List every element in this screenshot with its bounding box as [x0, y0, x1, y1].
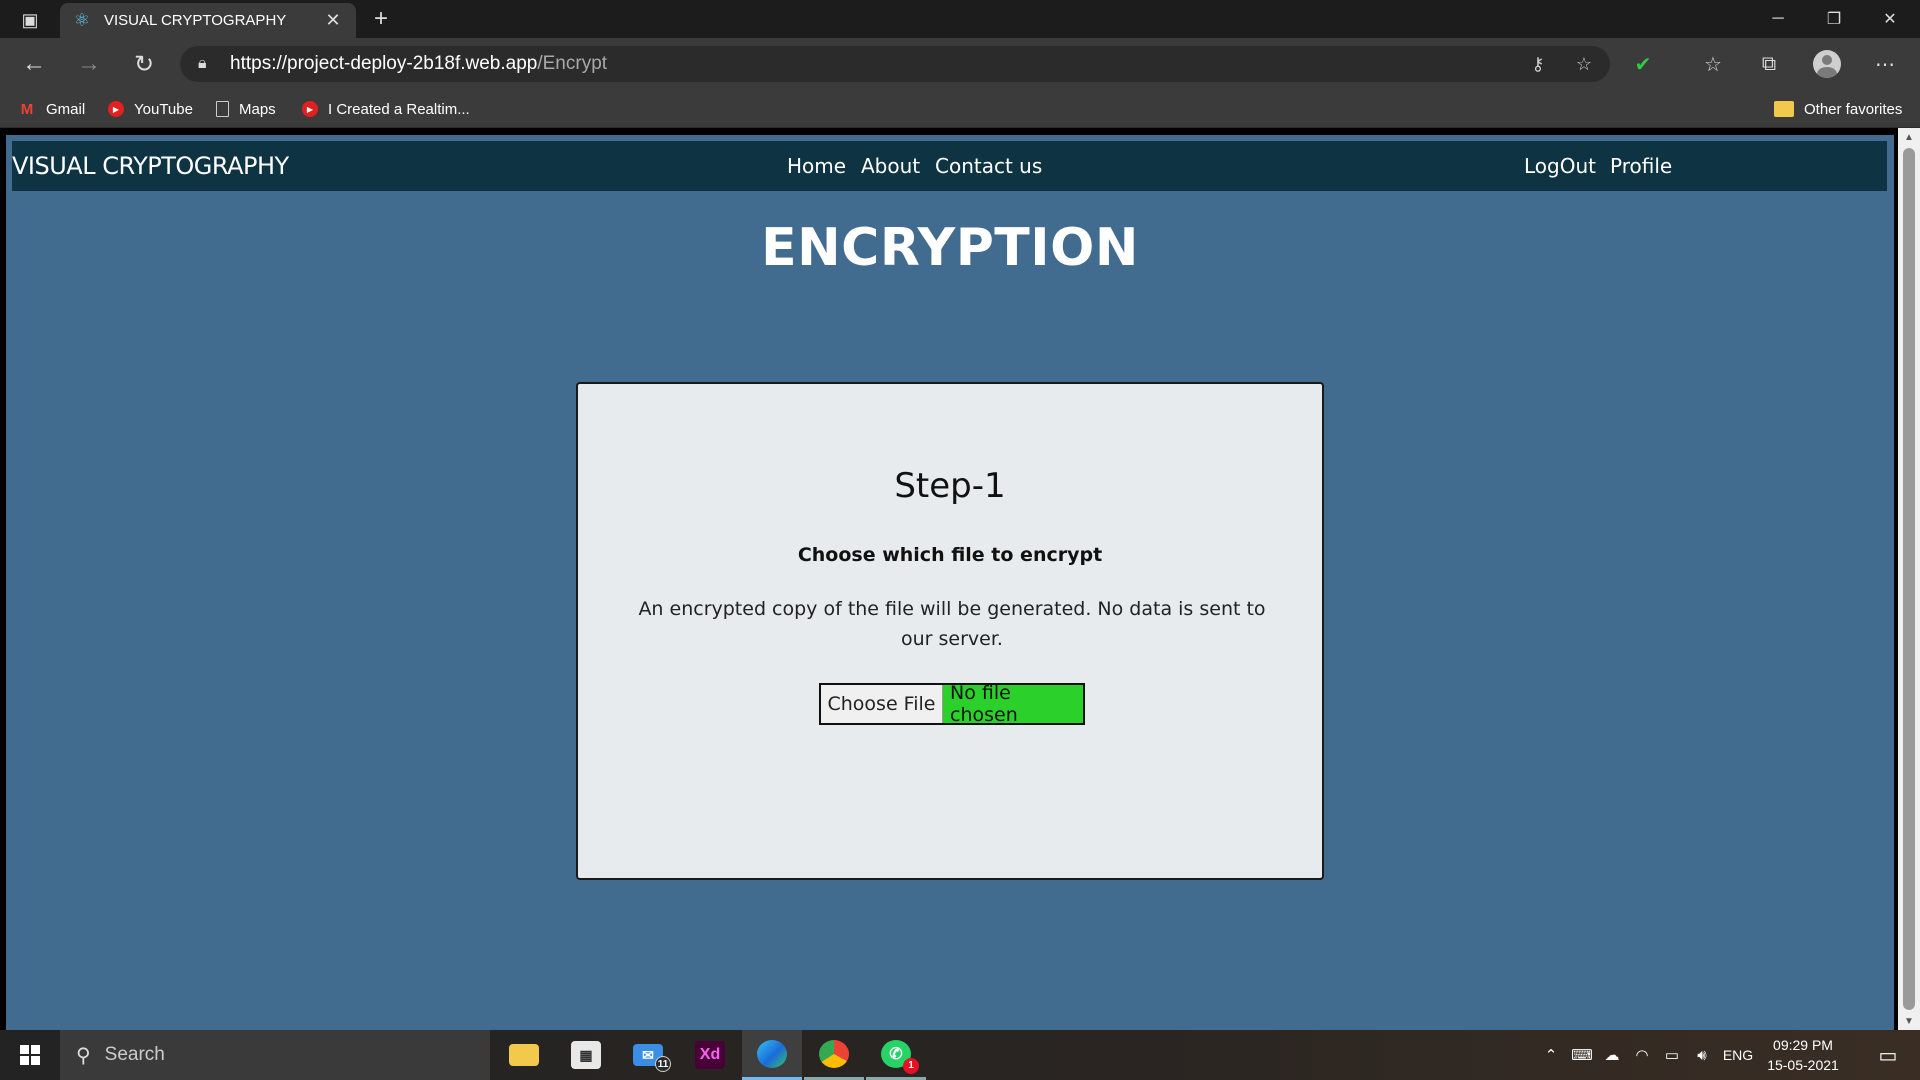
site-navbar: VISUAL CRYPTOGRAPHY Home About Contact u… — [12, 141, 1887, 191]
shield-check-icon[interactable]: ✔ — [1624, 46, 1662, 82]
mail-badge: 11 — [655, 1056, 671, 1072]
page-viewport: VISUAL CRYPTOGRAPHY Home About Contact u… — [0, 128, 1920, 1030]
nav-home[interactable]: Home — [787, 141, 846, 191]
nav-contact[interactable]: Contact us — [935, 141, 1042, 191]
browser-tab[interactable]: ⚛ VISUAL CRYPTOGRAPHY ✕ — [60, 3, 356, 38]
whatsapp-icon[interactable]: ✆ 1 — [866, 1030, 926, 1080]
step-heading: Step-1 — [894, 466, 1006, 506]
meet-now-icon[interactable]: ⌨ — [1568, 1030, 1596, 1080]
card-description: An encrypted copy of the file will be ge… — [638, 598, 1266, 650]
windows-start-icon[interactable] — [0, 1030, 60, 1080]
folder-icon — [1774, 101, 1794, 117]
more-icon[interactable]: ⋯ — [1866, 46, 1904, 82]
language-indicator[interactable]: ENG — [1718, 1030, 1758, 1080]
edge-icon[interactable] — [742, 1030, 802, 1080]
nav-about[interactable]: About — [861, 141, 920, 191]
battery-icon[interactable]: ▭ — [1658, 1030, 1686, 1080]
whatsapp-badge: 1 — [903, 1057, 919, 1074]
search-placeholder: Search — [104, 1044, 165, 1065]
react-favicon-icon: ⚛ — [73, 10, 91, 30]
favorite-gmail[interactable]: M Gmail — [18, 90, 85, 128]
page-title: ENCRYPTION — [761, 218, 1139, 278]
add-favorite-icon[interactable]: ☆ — [1566, 46, 1602, 82]
encrypt-card: Step-1 Choose which file to encrypt An e… — [576, 382, 1324, 880]
choose-file-button[interactable]: Choose File — [821, 685, 943, 723]
favorites-icon[interactable]: ☆ — [1694, 46, 1732, 82]
favorite-label: Gmail — [46, 100, 86, 118]
favorite-realtime[interactable]: ▶ I Created a Realtim... — [302, 90, 470, 128]
back-icon[interactable]: ← — [16, 46, 52, 82]
taskbar-search[interactable]: ⚲ Search — [60, 1030, 490, 1080]
favorite-label: I Created a Realtim... — [328, 100, 470, 118]
search-icon: ⚲ — [76, 1044, 91, 1067]
file-input[interactable]: Choose File No file chosen — [819, 682, 1085, 726]
nav-logout[interactable]: LogOut — [1524, 141, 1596, 191]
clock-date: 15-05-2021 — [1767, 1057, 1839, 1073]
other-favorites[interactable]: Other favorites — [1774, 90, 1902, 128]
file-status: No file chosen — [950, 682, 1018, 726]
favorite-label: YouTube — [134, 100, 193, 118]
url-path: /Encrypt — [537, 53, 608, 74]
onedrive-icon[interactable]: ☁ — [1598, 1030, 1626, 1080]
close-tab-icon[interactable]: ✕ — [322, 10, 344, 31]
browser-toolbar: ← → ↻ 🔒︎ https://project-deploy-2b18f.we… — [0, 38, 1920, 90]
key-icon[interactable]: ⚷ — [1520, 46, 1556, 82]
file-explorer-icon[interactable] — [494, 1030, 554, 1080]
refresh-icon[interactable]: ↻ — [126, 46, 162, 82]
lock-icon[interactable]: 🔒︎ — [198, 55, 218, 73]
favorite-youtube[interactable]: ▶ YouTube — [108, 90, 193, 128]
page-icon — [216, 101, 229, 117]
close-window-icon[interactable]: ✕ — [1862, 0, 1918, 38]
tab-strip: ▣ ⚛ VISUAL CRYPTOGRAPHY ✕ + ─ ❐ ✕ — [0, 0, 1920, 38]
gmail-icon: M — [20, 100, 34, 118]
mail-icon[interactable]: ✉ 11 — [618, 1030, 678, 1080]
forward-icon[interactable]: → — [71, 46, 107, 82]
profile-icon[interactable] — [1808, 46, 1846, 82]
notifications-icon[interactable]: ▭ — [1860, 1030, 1916, 1080]
other-favorites-label: Other favorites — [1804, 100, 1903, 118]
card-subheading: Choose which file to encrypt — [797, 544, 1103, 566]
restore-icon[interactable]: ❐ — [1806, 0, 1862, 38]
nav-profile[interactable]: Profile — [1610, 141, 1672, 191]
favorites-bar: M Gmail ▶ YouTube Maps ▶ I Created a Rea… — [0, 90, 1920, 128]
tab-actions-icon[interactable]: ▣ — [12, 8, 48, 32]
youtube-icon: ▶ — [302, 101, 318, 117]
taskbar: ⚲ Search ▦ ✉ 11 Xd ✆ 1 ⌃ ⌨ ☁ ◠ ▭ 🔊︎ ENG … — [0, 1030, 1920, 1080]
volume-icon[interactable]: 🔊︎ — [1688, 1030, 1716, 1080]
scroll-thumb[interactable] — [1903, 148, 1915, 1010]
store-icon[interactable]: ▦ — [556, 1030, 616, 1080]
scroll-up-icon[interactable]: ▲ — [1898, 128, 1920, 146]
chrome-icon[interactable] — [804, 1030, 864, 1080]
address-bar[interactable]: 🔒︎ https://project-deploy-2b18f.web.app … — [180, 46, 1610, 82]
clock[interactable]: 09:29 PM 15-05-2021 — [1760, 1035, 1846, 1075]
youtube-icon: ▶ — [108, 101, 124, 117]
tab-title: VISUAL CRYPTOGRAPHY — [104, 12, 287, 29]
favorite-label: Maps — [239, 100, 276, 118]
site-brand[interactable]: VISUAL CRYPTOGRAPHY — [12, 141, 289, 191]
collections-icon[interactable]: ⧉ — [1750, 46, 1788, 82]
minimize-icon[interactable]: ─ — [1750, 0, 1806, 38]
clock-time: 09:29 PM — [1773, 1037, 1833, 1053]
page-scrollbar[interactable]: ▲ ▼ — [1898, 128, 1920, 1030]
wifi-icon[interactable]: ◠ — [1628, 1030, 1656, 1080]
show-hidden-icons-icon[interactable]: ⌃ — [1538, 1030, 1564, 1080]
url-host: https://project-deploy-2b18f.web.app — [230, 53, 538, 74]
adobe-xd-icon[interactable]: Xd — [680, 1030, 740, 1080]
favorite-maps[interactable]: Maps — [216, 90, 276, 128]
new-tab-plus-icon[interactable]: + — [366, 4, 396, 34]
scroll-down-icon[interactable]: ▼ — [1898, 1012, 1920, 1030]
